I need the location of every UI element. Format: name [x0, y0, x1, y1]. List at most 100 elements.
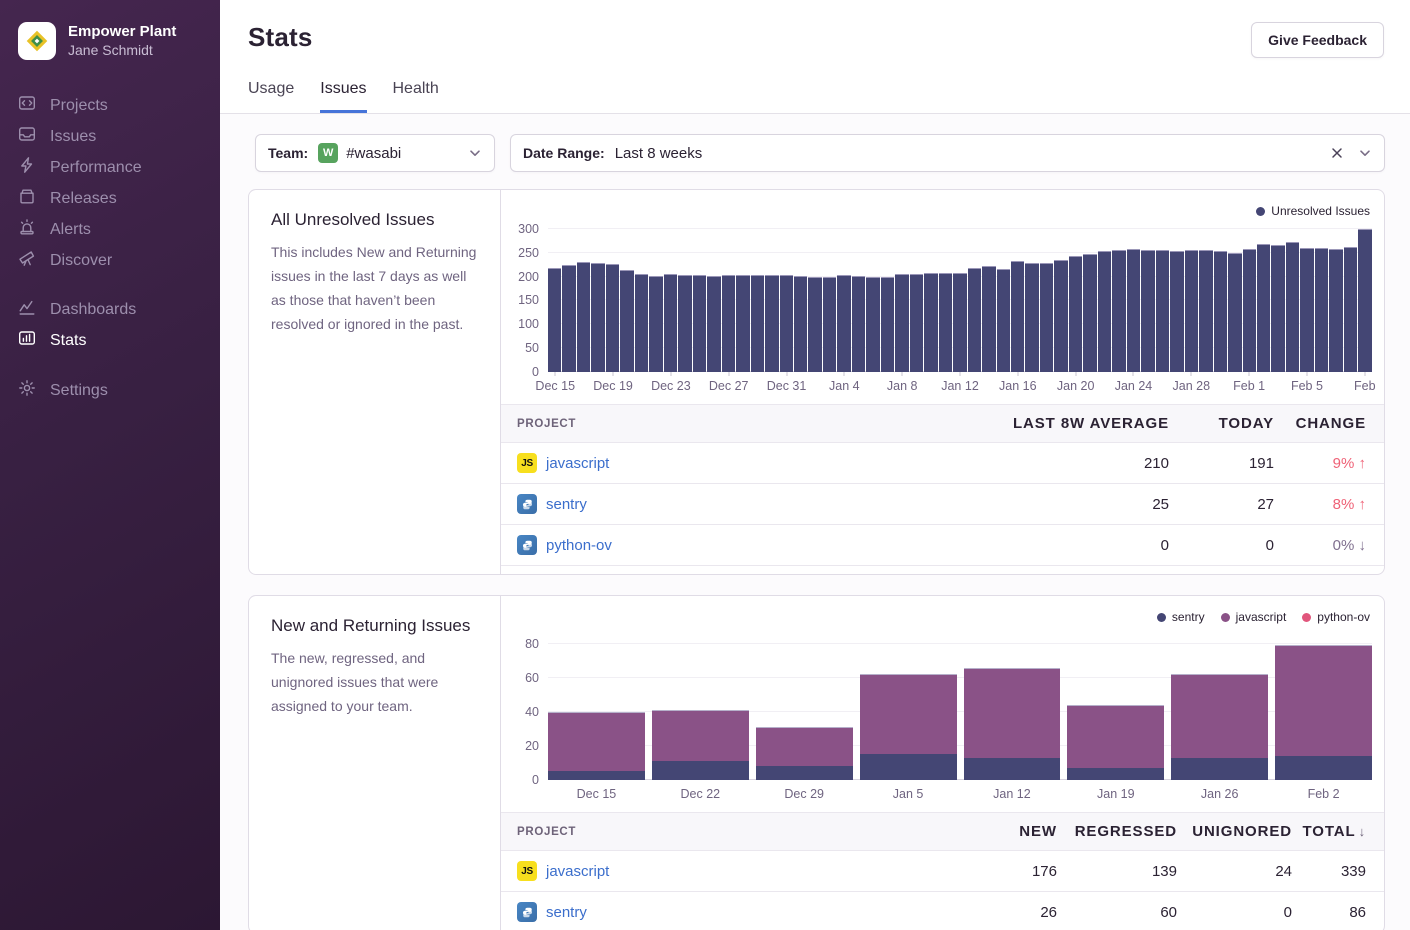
daily-bar[interactable] [1329, 249, 1342, 372]
daily-bar[interactable] [1185, 250, 1198, 372]
daily-bar[interactable] [591, 263, 604, 372]
sidebar-item-alerts[interactable]: Alerts [0, 214, 220, 245]
performance-icon [18, 156, 36, 179]
tab-health[interactable]: Health [393, 80, 439, 113]
project-link[interactable]: python-ov [546, 537, 612, 554]
team-select-value: #wasabi [346, 145, 401, 162]
daily-bar[interactable] [606, 264, 619, 372]
daily-bar[interactable] [1228, 253, 1241, 372]
column-header-total[interactable]: Total↓ [1292, 823, 1384, 840]
daily-bar[interactable] [1199, 250, 1212, 372]
legend-item-javascript[interactable]: javascript [1221, 610, 1287, 624]
sidebar-item-stats[interactable]: Stats [0, 325, 220, 356]
daily-bar[interactable] [693, 275, 706, 372]
sidebar-item-discover[interactable]: Discover [0, 245, 220, 276]
weekly-stacked-bar[interactable] [1275, 645, 1372, 780]
project-link[interactable]: sentry [546, 496, 587, 513]
sidebar-item-projects[interactable]: Projects [0, 90, 220, 121]
sidebar-item-issues[interactable]: Issues [0, 121, 220, 152]
daily-bar[interactable] [837, 275, 850, 372]
tab-usage[interactable]: Usage [248, 80, 294, 113]
daily-bar[interactable] [982, 266, 995, 372]
sidebar-item-label: Settings [50, 382, 108, 400]
project-link[interactable]: sentry [546, 904, 587, 921]
tab-issues[interactable]: Issues [320, 80, 366, 113]
daily-bar[interactable] [1025, 263, 1038, 372]
daily-bar[interactable] [577, 262, 590, 372]
daily-bar[interactable] [678, 275, 691, 372]
daily-bar[interactable] [765, 275, 778, 372]
daily-bar[interactable] [1344, 247, 1357, 372]
weekly-stacked-bar[interactable] [1171, 674, 1268, 780]
daily-bar[interactable] [939, 273, 952, 372]
daily-bar[interactable] [997, 269, 1010, 372]
clear-date-icon[interactable] [1330, 146, 1344, 160]
daily-bar[interactable] [649, 276, 662, 372]
daily-bar[interactable] [1315, 248, 1328, 372]
give-feedback-button[interactable]: Give Feedback [1251, 22, 1384, 58]
team-select[interactable]: Team: W #wasabi [255, 134, 495, 172]
legend-item-sentry[interactable]: sentry [1157, 610, 1205, 624]
sidebar-item-dashboards[interactable]: Dashboards [0, 294, 220, 325]
daily-bar[interactable] [1098, 251, 1111, 372]
daily-bar[interactable] [1300, 248, 1313, 372]
date-range-label: Date Range: [523, 145, 605, 161]
daily-bar[interactable] [562, 265, 575, 372]
daily-bar[interactable] [1054, 260, 1067, 372]
legend-item-python-ov[interactable]: python-ov [1302, 610, 1370, 624]
daily-bar[interactable] [722, 275, 735, 372]
daily-bar[interactable] [1257, 244, 1270, 372]
daily-bar[interactable] [881, 277, 894, 372]
daily-bar[interactable] [751, 275, 764, 372]
weekly-stacked-bar[interactable] [1067, 705, 1164, 780]
daily-bar[interactable] [548, 268, 561, 372]
project-link[interactable]: javascript [546, 455, 609, 472]
daily-bar[interactable] [1069, 256, 1082, 372]
sidebar-item-releases[interactable]: Releases [0, 183, 220, 214]
org-switcher[interactable]: Empower Plant Jane Schmidt [0, 22, 220, 60]
project-link[interactable]: javascript [546, 863, 609, 880]
daily-bar[interactable] [1127, 249, 1140, 372]
sidebar-item-settings[interactable]: Settings [0, 375, 220, 406]
date-range-select[interactable]: Date Range: Last 8 weeks [510, 134, 1385, 172]
daily-bar[interactable] [1040, 263, 1053, 372]
daily-bar[interactable] [823, 277, 836, 372]
daily-bar[interactable] [968, 268, 981, 372]
daily-bar[interactable] [1170, 251, 1183, 372]
daily-bar[interactable] [794, 276, 807, 372]
daily-bar[interactable] [620, 270, 633, 372]
sidebar-item-performance[interactable]: Performance [0, 152, 220, 183]
daily-bar[interactable] [1243, 249, 1256, 372]
daily-bar[interactable] [1011, 261, 1024, 372]
sentry-segment [1067, 768, 1164, 780]
daily-bar[interactable] [866, 277, 879, 372]
daily-bar[interactable] [1271, 245, 1284, 372]
weekly-stacked-bar[interactable] [548, 712, 645, 780]
weekly-stacked-bar[interactable] [756, 727, 853, 780]
daily-bar[interactable] [852, 276, 865, 372]
daily-bar[interactable] [1286, 242, 1299, 372]
weekly-stacked-bar[interactable] [652, 710, 749, 780]
x-axis-label: Jan 8 [887, 379, 918, 393]
daily-bar[interactable] [924, 273, 937, 372]
daily-bar[interactable] [910, 274, 923, 372]
daily-bar[interactable] [1083, 254, 1096, 372]
daily-bar[interactable] [1156, 250, 1169, 372]
daily-bar[interactable] [1141, 250, 1154, 372]
daily-bar[interactable] [707, 276, 720, 372]
daily-bar[interactable] [808, 277, 821, 372]
daily-bar[interactable] [1214, 251, 1227, 372]
daily-bar[interactable] [1358, 229, 1371, 372]
daily-bar[interactable] [895, 274, 908, 372]
discover-icon [18, 249, 36, 272]
daily-bar[interactable] [635, 274, 648, 372]
daily-bar[interactable] [1112, 250, 1125, 372]
daily-bar[interactable] [780, 275, 793, 372]
today-value: 191 [1169, 455, 1274, 472]
weekly-stacked-bar[interactable] [964, 668, 1061, 780]
daily-bar[interactable] [953, 273, 966, 372]
daily-bar[interactable] [736, 275, 749, 372]
weekly-stacked-bar[interactable] [860, 674, 957, 780]
daily-bar[interactable] [664, 274, 677, 372]
legend-item-unresolved[interactable]: Unresolved Issues [1256, 204, 1370, 218]
